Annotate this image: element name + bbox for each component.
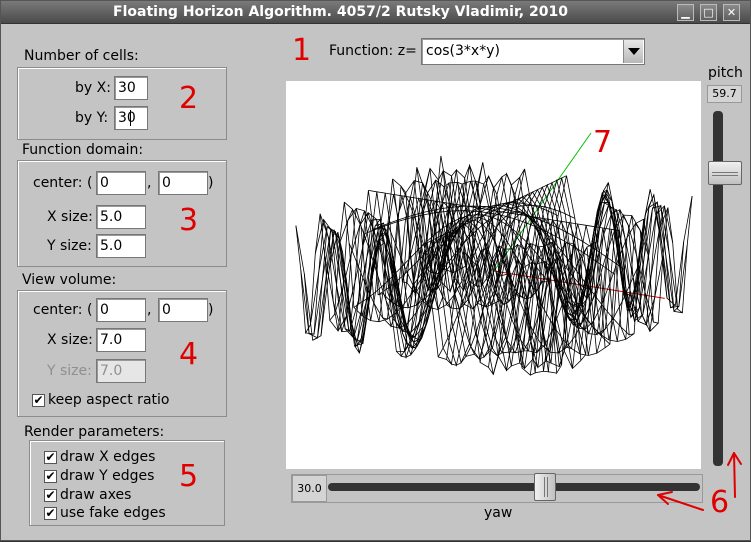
by-y-label: by Y: [75, 110, 109, 126]
main-window: Floating Horizon Algorithm. 4057/2 Rutsk… [0, 0, 751, 541]
view-close-paren: ) [208, 302, 214, 318]
draw-axes-label[interactable]: draw axes [60, 487, 131, 503]
draw-x-edges-label[interactable]: draw X edges [60, 449, 155, 465]
chevron-down-icon [628, 48, 640, 55]
mesh-y-edge [368, 190, 620, 232]
domain-center-y-input[interactable]: 0 [158, 171, 208, 195]
annotation-3: 3 [179, 203, 199, 238]
view-x-size-label: X size: [47, 332, 93, 348]
yaw-value: 30.0 [292, 475, 327, 502]
view-y-size-label: Y size: [47, 363, 92, 379]
annotation-4: 4 [179, 337, 199, 372]
domain-y-size-label: Y size: [47, 238, 92, 254]
mesh-lines [295, 155, 693, 376]
arrow-to-pitch-slider [733, 452, 736, 498]
minimize-button[interactable]: ▁ [677, 4, 694, 21]
annotation-5: 5 [179, 459, 199, 494]
domain-center-x-input[interactable]: 0 [96, 171, 146, 195]
by-y-input[interactable]: 30 [114, 106, 148, 130]
domain-close-paren: ) [208, 175, 214, 191]
view-y-size-input: 7.0 [96, 359, 146, 383]
annotation-1: 1 [292, 33, 312, 68]
yaw-label: yaw [484, 505, 513, 521]
annotation-7: 7 [593, 125, 613, 160]
pitch-slider-handle[interactable] [708, 161, 742, 185]
annotation-2: 2 [179, 81, 199, 116]
view-center-x-input[interactable]: 0 [96, 298, 146, 322]
render-group-title: Render parameters: [24, 424, 165, 440]
function-dropdown-button[interactable] [623, 40, 643, 63]
pitch-label: pitch [708, 65, 743, 81]
view-x-size-input[interactable]: 7.0 [96, 328, 146, 352]
draw-x-edges-checkbox[interactable]: ✔ [44, 451, 57, 464]
keep-aspect-label[interactable]: keep aspect ratio [48, 392, 169, 408]
view-comma: , [147, 302, 152, 318]
domain-x-size-input[interactable]: 5.0 [96, 205, 146, 229]
function-combobox[interactable]: cos(3*x*y) [421, 38, 645, 65]
draw-y-edges-label[interactable]: draw Y edges [60, 468, 154, 484]
maximize-button[interactable]: □ [700, 4, 717, 21]
cells-group-title: Number of cells: [24, 48, 139, 64]
annotation-6: 6 [710, 485, 730, 520]
function-value: cos(3*x*y) [426, 43, 500, 59]
by-x-input[interactable]: 30 [114, 76, 148, 100]
domain-group-title: Function domain: [22, 142, 144, 158]
pitch-value: 59.7 [707, 85, 742, 103]
text-caret [130, 110, 131, 126]
view-group-title: View volume: [22, 272, 117, 288]
title-bar[interactable]: Floating Horizon Algorithm. 4057/2 Rutsk… [1, 1, 750, 24]
arrow-head-pitch [727, 452, 742, 466]
yaw-slider-track[interactable] [328, 483, 700, 491]
yaw-slider-handle[interactable] [534, 473, 556, 501]
close-button[interactable]: ✕ [723, 4, 740, 21]
view-center-y-input[interactable]: 0 [158, 298, 208, 322]
window-title: Floating Horizon Algorithm. 4057/2 Rutsk… [113, 4, 568, 20]
draw-y-edges-checkbox[interactable]: ✔ [44, 470, 57, 483]
domain-center-label: center: ( [33, 175, 93, 191]
render-canvas[interactable] [286, 81, 701, 469]
function-label: Function: z= [329, 43, 417, 59]
wireframe-plot [295, 132, 693, 376]
domain-comma: , [147, 175, 152, 191]
by-x-label: by X: [75, 80, 111, 96]
keep-aspect-checkbox[interactable]: ✔ [32, 394, 45, 407]
view-center-label: center: ( [33, 302, 93, 318]
fake-edges-checkbox[interactable]: ✔ [44, 507, 57, 520]
draw-axes-checkbox[interactable]: ✔ [44, 489, 57, 502]
fake-edges-label[interactable]: use fake edges [60, 505, 166, 521]
domain-x-size-label: X size: [47, 209, 93, 225]
domain-y-size-input[interactable]: 5.0 [96, 234, 146, 258]
